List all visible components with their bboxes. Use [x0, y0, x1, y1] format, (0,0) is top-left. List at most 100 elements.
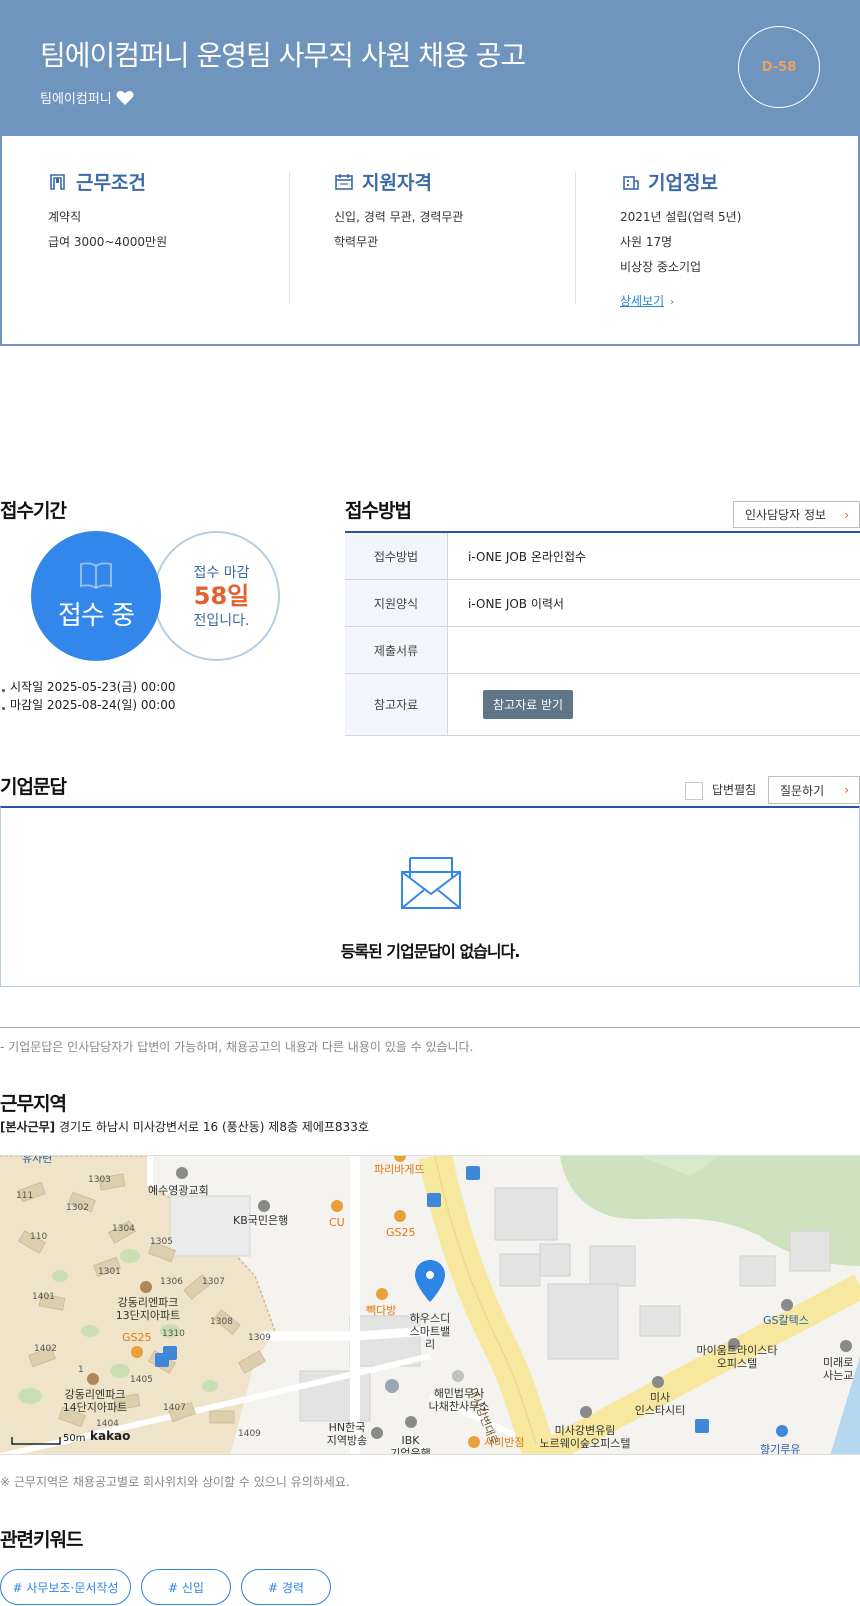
- expand-answers-label[interactable]: 답변펼침: [712, 781, 756, 798]
- building-number: 110: [30, 1232, 48, 1242]
- map-label: 유사련: [22, 1155, 53, 1165]
- work-condition-line: 급여 3000~4000만원: [48, 235, 168, 249]
- hr-contact-button[interactable]: 인사담당자 정보 ›: [733, 501, 860, 528]
- building-number: 1301: [98, 1267, 121, 1277]
- map-label: 강동리엔파크 14단지아파트: [62, 1388, 128, 1414]
- ask-question-label[interactable]: 질문하기: [780, 782, 824, 799]
- building-number: 1304: [112, 1224, 135, 1234]
- work-conditions-title: 근무조건: [76, 172, 146, 194]
- map-label: 예수영광교회: [148, 1184, 209, 1197]
- divider: [0, 1027, 860, 1028]
- open-book-icon: [80, 562, 112, 589]
- map-label: 미사 인스타시티: [634, 1391, 686, 1417]
- end-date: 마감일 2025-08-24(일) 00:00: [0, 696, 175, 714]
- row-value: [448, 627, 860, 673]
- keyword-tag[interactable]: # 신입: [141, 1569, 231, 1605]
- location-title: 근무지역: [0, 1093, 67, 1115]
- period-dates: 시작일 2025-05-23(금) 00:00 마감일 2025-08-24(일…: [0, 678, 175, 714]
- building-number: 1401: [32, 1292, 55, 1302]
- qualification-line: 신입, 경력 무관, 경력무관: [334, 210, 464, 224]
- company-info-line: 사원 17명: [620, 235, 673, 249]
- map-label: IBK 기업은행: [390, 1434, 431, 1455]
- chevron-right-icon: ›: [844, 507, 849, 522]
- company-detail-link[interactable]: 상세보기 ›: [620, 292, 674, 309]
- map-scale-label: 50m: [63, 1433, 86, 1444]
- location-pin-icon[interactable]: [415, 1260, 445, 1302]
- divider: [575, 172, 576, 304]
- building-number: 1407: [163, 1403, 186, 1413]
- row-value: 참고자료 받기: [448, 674, 860, 735]
- chevron-right-icon: ›: [670, 297, 675, 308]
- location-notice: ※ 근무지역은 채용공고별로 회사위치와 상이할 수 있으니 유의하세요.: [0, 1475, 350, 1489]
- keyword-tag[interactable]: # 사무보조·문서작성: [0, 1569, 131, 1605]
- map-label: KB국민은행: [233, 1214, 289, 1227]
- download-reference-button[interactable]: 참고자료 받기: [483, 690, 574, 719]
- company-detail-label[interactable]: 상세보기: [620, 294, 664, 308]
- company-name[interactable]: 팀에이컴퍼니: [40, 88, 112, 107]
- job-summary-box: 근무조건 계약직 급여 3000~4000만원 지원자격 신입, 경력 무관, …: [0, 136, 860, 346]
- building-number: 1405: [130, 1375, 153, 1385]
- map-label: 마이움트라이스타 오피스텔: [696, 1344, 778, 1370]
- map-label: GS25: [122, 1331, 152, 1344]
- map-label: 파리바게뜨: [374, 1163, 425, 1176]
- building-icon: [623, 175, 639, 190]
- chevron-right-icon: ›: [844, 783, 849, 797]
- kakao-logo[interactable]: kakao: [90, 1430, 130, 1443]
- map-label: 미래로 사는교: [823, 1356, 854, 1382]
- company-info-line: 비상장 중소기업: [620, 260, 702, 274]
- building-number: 1306: [160, 1277, 183, 1287]
- deadline-suffix: 전입니다.: [193, 613, 250, 629]
- qualification-line: 학력무관: [334, 235, 379, 249]
- building-number: 1307: [202, 1277, 225, 1287]
- envelope-icon: [401, 857, 461, 909]
- table-row: 접수방법 i-ONE JOB 온라인접수: [345, 533, 860, 580]
- keyword-tag[interactable]: # 경력: [241, 1569, 331, 1605]
- days-left: 58일: [193, 582, 250, 610]
- expand-answers-checkbox[interactable]: [685, 782, 703, 800]
- table-row: 제출서류: [345, 627, 860, 674]
- hr-contact-label[interactable]: 인사담당자 정보: [745, 506, 826, 523]
- company-info-title: 기업정보: [648, 172, 718, 194]
- map-label: 강동리엔파크 13단지아파트: [115, 1296, 181, 1322]
- map-label: 미사강변유림 노르웨이숲오피스텔: [539, 1424, 631, 1450]
- table-row: 참고자료 참고자료 받기: [345, 674, 860, 736]
- map-label: 빽다방: [366, 1304, 397, 1317]
- building-number: 1402: [34, 1344, 57, 1354]
- status-text: 접수 중: [57, 600, 135, 631]
- work-conditions-icon: [50, 173, 65, 190]
- building-number: 1308: [210, 1317, 233, 1327]
- divider: [289, 172, 290, 304]
- qa-list: 등록된 기업문답이 없습니다.: [0, 806, 860, 987]
- building-number: 1305: [150, 1237, 173, 1247]
- map-label: CU: [329, 1216, 345, 1229]
- keywords-title: 관련키워드: [0, 1529, 83, 1551]
- qualifications-title: 지원자격: [362, 172, 432, 194]
- map-label: GS25: [386, 1226, 416, 1239]
- map-label: 향기루유: [760, 1443, 801, 1455]
- work-conditions: 근무조건 계약직 급여 3000~4000만원: [48, 168, 167, 255]
- map-label: 하우스디 스마트밸리: [409, 1312, 451, 1351]
- row-label: 참고자료: [345, 674, 448, 735]
- ask-question-button[interactable]: 질문하기 ›: [768, 776, 860, 804]
- company-info-line: 2021년 설립(업력 5년): [620, 210, 742, 224]
- row-label: 접수방법: [345, 533, 448, 579]
- address-tag: [본사근무]: [0, 1120, 56, 1134]
- location-map[interactable]: 예수영광교회 KB국민은행 CU GS25 파리바게뜨 빽다방 하우스디 스마트…: [0, 1155, 860, 1455]
- period-title: 접수기간: [0, 500, 67, 522]
- row-value: i-ONE JOB 온라인접수: [468, 549, 587, 564]
- favorite-heart-icon[interactable]: [116, 90, 134, 106]
- method-table: 접수방법 i-ONE JOB 온라인접수 지원양식 i-ONE JOB 이력서 …: [345, 531, 860, 736]
- calendar-icon: [335, 173, 353, 190]
- row-value: i-ONE JOB 이력서: [468, 596, 564, 611]
- building-number: 1310: [162, 1329, 185, 1339]
- deadline-label: 접수 마감: [193, 565, 250, 581]
- qa-title: 기업문답: [0, 776, 67, 798]
- building-number: 111: [16, 1191, 34, 1201]
- deadline-circle: 접수 마감 58일 전입니다.: [153, 531, 280, 661]
- map-label: HN한국 지역방송: [326, 1421, 368, 1447]
- table-row: 지원양식 i-ONE JOB 이력서: [345, 580, 860, 627]
- job-title: 팀에이컴퍼니 운영팀 사무직 사원 채용 공고: [40, 39, 526, 72]
- map-label: GS칼텍스: [763, 1314, 809, 1327]
- job-header: 팀에이컴퍼니 운영팀 사무직 사원 채용 공고 팀에이컴퍼니 D-58: [0, 0, 860, 136]
- building-number: 1303: [88, 1175, 111, 1185]
